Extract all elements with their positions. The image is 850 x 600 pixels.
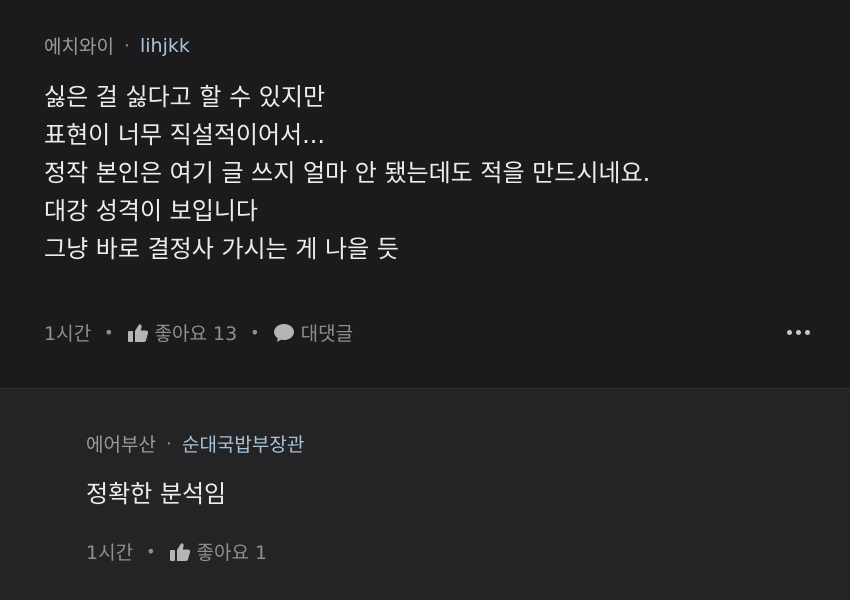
like-count-label: 좋아요 13: [154, 323, 238, 345]
comment-body: 싫은 걸 싫다고 할 수 있지만 표현이 너무 직설적이어서... 정작 본인은…: [44, 78, 650, 268]
footer-separator: •: [146, 542, 156, 561]
reply-comment: 에어부산 · 순대국밥부장관 정확한 분석임 1시간 • 좋아요 1: [0, 389, 850, 600]
timestamp: 1시간: [86, 542, 134, 564]
like-button[interactable]: 좋아요 13: [127, 319, 238, 346]
like-button[interactable]: 좋아요 1: [169, 538, 268, 565]
comment-header: 에어부산 · 순대국밥부장관: [86, 430, 304, 457]
header-separator: ·: [123, 34, 130, 57]
author-name[interactable]: 에치와이: [44, 32, 114, 59]
like-count-label: 좋아요 1: [196, 542, 268, 564]
reply-button[interactable]: 대댓글: [273, 319, 353, 346]
comment-line: 싫은 걸 싫다고 할 수 있지만: [44, 83, 326, 111]
comment-line: 정확한 분석임: [86, 480, 227, 508]
timestamp: 1시간: [44, 323, 92, 345]
comment-footer: 1시간 • 좋아요 1: [86, 538, 267, 565]
thumbs-up-icon: [127, 323, 149, 343]
comment-line: 표현이 너무 직설적이어서...: [44, 121, 326, 149]
more-options-button[interactable]: [787, 330, 810, 335]
comment-line: 대강 성격이 보입니다: [44, 197, 258, 225]
more-dots-icon: [787, 330, 792, 335]
footer-separator: •: [250, 323, 260, 342]
header-separator: ·: [165, 432, 172, 455]
footer-separator: •: [104, 323, 114, 342]
reply-label: 대댓글: [300, 323, 354, 345]
speech-bubble-icon: [273, 323, 295, 343]
comment-footer: 1시간 • 좋아요 13 • 대댓글: [44, 319, 353, 346]
author-name[interactable]: 에어부산: [86, 430, 156, 457]
comment-line: 그냥 바로 결정사 가시는 게 나을 듯: [44, 235, 399, 263]
author-nickname[interactable]: 순대국밥부장관: [182, 430, 304, 457]
comment-header: 에치와이 · lihjkk: [44, 32, 190, 59]
comment-body: 정확한 분석임: [86, 475, 226, 513]
thumbs-up-icon: [169, 542, 191, 562]
author-nickname[interactable]: lihjkk: [140, 35, 190, 57]
comment-line: 정작 본인은 여기 글 쓰지 얼마 안 됐는데도 적을 만드시네요.: [44, 159, 651, 187]
comment: 에치와이 · lihjkk 싫은 걸 싫다고 할 수 있지만 표현이 너무 직설…: [0, 0, 850, 388]
